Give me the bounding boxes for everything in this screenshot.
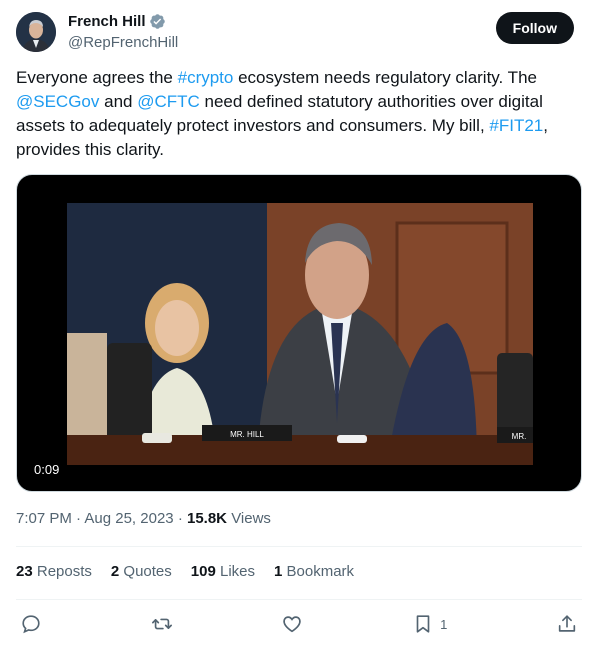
tweet-meta: 7:07 PM · Aug 25, 2023 · 15.8K Views (16, 510, 271, 527)
bookmark-button[interactable]: 1 (412, 613, 447, 635)
heart-icon (283, 616, 302, 633)
divider (16, 546, 582, 547)
video-timestamp: 0:09 (29, 460, 65, 479)
likes-count: 109 (190, 563, 216, 580)
nameplate-right-text: MR. (512, 432, 527, 441)
follow-button[interactable]: Follow (495, 12, 574, 44)
likes-label: Likes (219, 563, 256, 580)
bookmark-count: 1 (440, 616, 448, 632)
video-player[interactable]: MR. HILL MR. 0:09 (16, 174, 582, 492)
repost-icon (151, 618, 172, 630)
tweet-link[interactable]: #FIT21 (489, 116, 543, 135)
bookmarks-count: 1 (274, 563, 283, 580)
nameplate-left-text: MR. HILL (230, 430, 264, 439)
tweet-date[interactable]: Aug 25, 2023 (84, 510, 173, 527)
tweet-link[interactable]: @SECGov (16, 92, 99, 111)
action-bar: 1 (16, 612, 582, 636)
video-thumbnail: MR. HILL MR. (67, 203, 533, 465)
tweet-link[interactable]: @CFTC (137, 92, 200, 111)
like-button[interactable] (281, 613, 303, 635)
share-icon (558, 615, 576, 632)
reposts-stat[interactable]: 23 Reposts (16, 563, 92, 580)
reply-icon (22, 615, 40, 634)
tweet-text-segment: ecosystem needs regulatory clarity. The (233, 68, 537, 87)
bookmarks-stat[interactable]: 1 Bookmark (274, 563, 354, 580)
user-handle[interactable]: @RepFrenchHill (68, 34, 178, 51)
reply-button[interactable] (20, 613, 42, 635)
quotes-label: Quotes (123, 563, 172, 580)
reposts-label: Reposts (36, 563, 92, 580)
share-button[interactable] (556, 613, 578, 635)
quotes-stat[interactable]: 2 Quotes (111, 563, 172, 580)
tweet-link[interactable]: #crypto (178, 68, 234, 87)
tweet-text-segment: and (99, 92, 138, 111)
avatar[interactable] (16, 12, 56, 52)
engagement-stats: 23 Reposts 2 Quotes 109 Likes 1 Bookmark (16, 563, 354, 580)
bookmarks-label: Bookmark (286, 563, 355, 580)
views-count: 15.8K (186, 510, 228, 527)
bookmark-icon (416, 615, 430, 633)
reposts-count: 23 (16, 563, 33, 580)
views-label: Views (231, 510, 271, 527)
tweet-time[interactable]: 7:07 PM (16, 510, 72, 527)
tweet-text: Everyone agrees the #crypto ecosystem ne… (16, 66, 582, 162)
repost-button[interactable] (151, 613, 173, 635)
verified-badge-icon (149, 13, 166, 30)
likes-stat[interactable]: 109 Likes (191, 563, 255, 580)
quotes-count: 2 (110, 563, 120, 580)
tweet-header: French Hill @RepFrenchHill Follow (16, 12, 574, 56)
display-name[interactable]: French Hill (68, 13, 146, 30)
meta-separator: · (177, 510, 187, 527)
name-row: French Hill (68, 13, 166, 30)
divider (16, 599, 582, 600)
tweet-text-segment: Everyone agrees the (16, 68, 178, 87)
